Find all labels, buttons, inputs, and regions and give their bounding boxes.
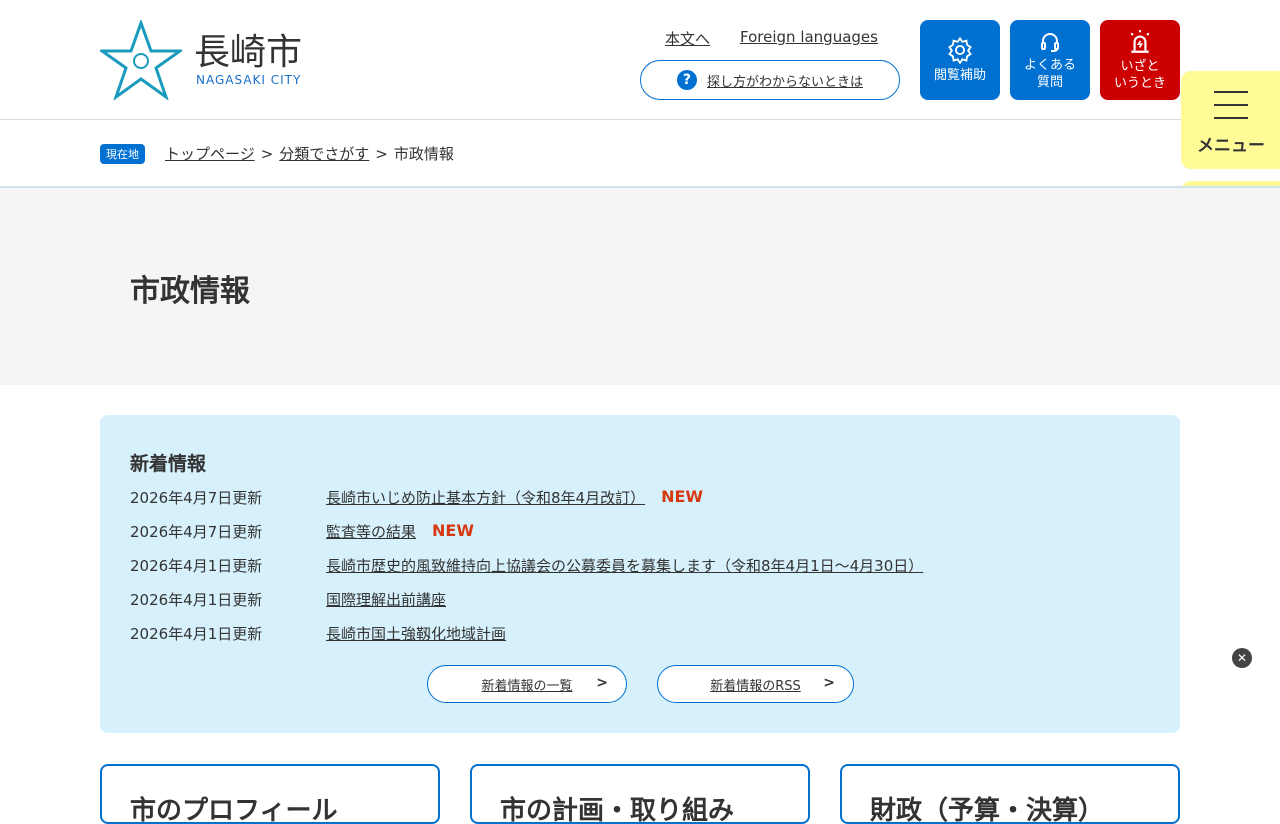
site-header: 長崎市 NAGASAKI CITY 本文へ Foreign languages … xyxy=(0,0,1280,120)
news-list-button[interactable]: 新着情報の一覧 > xyxy=(427,665,627,703)
chevron-right-icon: > xyxy=(596,675,608,691)
page-title: 市政情報 xyxy=(130,274,250,309)
news-link[interactable]: 長崎市国土強靱化地域計画 xyxy=(326,623,506,644)
breadcrumb-home[interactable]: トップページ xyxy=(165,143,255,164)
skip-to-content-link[interactable]: 本文へ xyxy=(665,28,710,49)
news-link[interactable]: 長崎市いじめ防止基本方針（令和8年4月改訂） xyxy=(326,487,645,508)
new-badge: NEW xyxy=(432,521,474,540)
site-title: 長崎市 xyxy=(194,32,303,73)
breadcrumb-current: 市政情報 xyxy=(393,145,454,163)
current-location-badge: 現在地 xyxy=(100,143,145,164)
news-link[interactable]: 監査等の結果 xyxy=(326,521,416,542)
gear-icon xyxy=(948,36,972,64)
emergency-button[interactable]: いざと いうとき xyxy=(1100,20,1180,100)
news-item: 2026年4月1日更新 長崎市国土強靱化地域計画 xyxy=(130,623,507,644)
page-hero: 市政情報 xyxy=(0,186,1280,385)
alarm-light-icon xyxy=(1130,29,1150,53)
close-icon[interactable]: ✕ xyxy=(1232,648,1252,668)
breadcrumb-category[interactable]: 分類でさがす xyxy=(279,143,369,164)
news-item: 2026年4月1日更新 長崎市歴史的風致維持向上協議会の公募委員を募集します（令和… xyxy=(130,555,924,576)
hamburger-icon xyxy=(1214,91,1248,119)
news-section: 新着情報 2026年4月7日更新 長崎市いじめ防止基本方針（令和8年4月改訂） NE… xyxy=(100,415,1180,733)
faq-button[interactable]: よくある 質問 xyxy=(1010,20,1090,100)
foreign-languages-link[interactable]: Foreign languages xyxy=(740,28,878,49)
site-subtitle: NAGASAKI CITY xyxy=(196,73,302,87)
news-link[interactable]: 国際理解出前講座 xyxy=(326,589,446,610)
site-logo[interactable]: 長崎市 NAGASAKI CITY xyxy=(100,20,302,100)
news-item: 2026年4月7日更新 監査等の結果 NEW xyxy=(130,521,474,542)
headset-icon xyxy=(1041,32,1059,52)
menu-button[interactable]: メニュー xyxy=(1181,71,1280,169)
breadcrumb: 現在地 トップページ > 分類でさがす > 市政情報 xyxy=(100,143,454,164)
news-item: 2026年4月7日更新 長崎市いじめ防止基本方針（令和8年4月改訂） NEW xyxy=(130,487,704,508)
news-heading: 新着情報 xyxy=(130,453,207,475)
chevron-right-icon: > xyxy=(823,675,835,691)
category-card[interactable]: 財政（予算・決算） xyxy=(840,764,1180,824)
new-badge: NEW xyxy=(661,487,704,506)
news-rss-button[interactable]: 新着情報のRSS > xyxy=(657,665,854,703)
news-item: 2026年4月1日更新 国際理解出前講座 xyxy=(130,589,447,610)
search-help-button[interactable]: ? 探し方がわからないときは xyxy=(640,60,900,100)
category-card[interactable]: 市のプロフィール xyxy=(100,764,440,824)
star-logo-icon xyxy=(100,20,182,100)
news-link[interactable]: 長崎市歴史的風致維持向上協議会の公募委員を募集します（令和8年4月1日～4月30… xyxy=(326,555,923,576)
category-card[interactable]: 市の計画・取り組み xyxy=(470,764,810,824)
question-icon: ? xyxy=(676,70,697,90)
accessibility-button[interactable]: 閲覧補助 xyxy=(920,20,1000,100)
